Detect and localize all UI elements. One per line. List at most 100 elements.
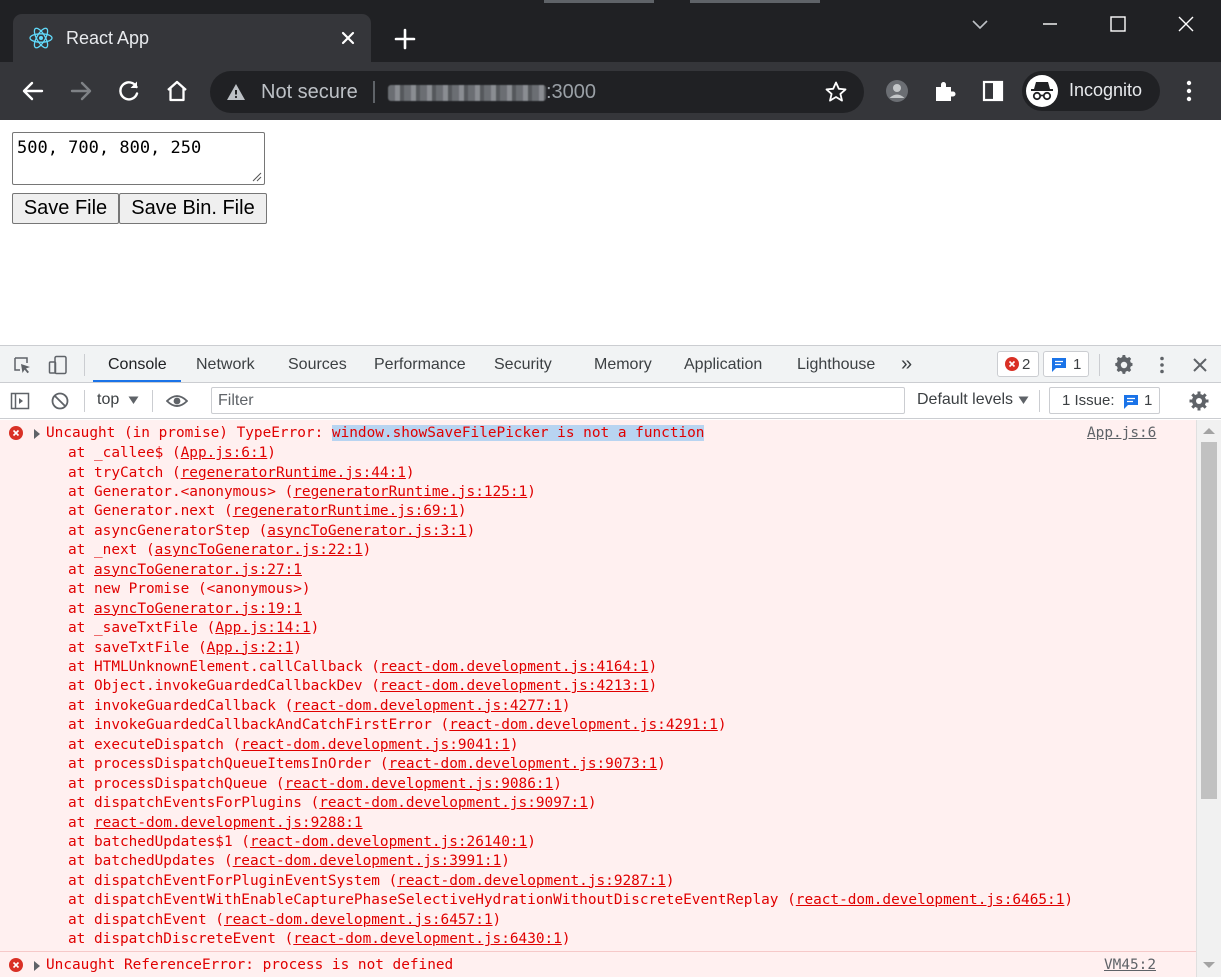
tab-performance[interactable]: Performance bbox=[374, 356, 466, 374]
stack-frame: at _callee$ (App.js:6:1) bbox=[68, 445, 276, 461]
devtools-menu-icon[interactable] bbox=[1152, 355, 1172, 375]
save-bin-file-button[interactable]: Save Bin. File bbox=[119, 193, 267, 224]
console-settings-gear-icon[interactable] bbox=[1189, 391, 1209, 411]
frame-source-link[interactable]: react-dom.development.js:4277:1 bbox=[293, 698, 562, 714]
log-levels-dropdown[interactable]: Default levels bbox=[917, 391, 1013, 409]
frame-source-link[interactable]: react-dom.development.js:9288:1 bbox=[94, 815, 363, 831]
show-sidebar-icon[interactable] bbox=[10, 391, 30, 411]
settings-gear-icon[interactable] bbox=[1114, 355, 1134, 375]
frame-source-link[interactable]: regeneratorRuntime.js:44:1 bbox=[181, 465, 406, 481]
tab-security[interactable]: Security bbox=[494, 356, 552, 374]
frame-source-link[interactable]: asyncToGenerator.js:3:1 bbox=[267, 523, 466, 539]
numbers-textarea[interactable]: 500, 700, 800, 250 bbox=[12, 132, 265, 185]
error-source-link[interactable]: VM45:2 bbox=[1104, 957, 1156, 973]
frame-source-link[interactable]: asyncToGenerator.js:27:1 bbox=[94, 562, 302, 578]
frame-source-link[interactable]: asyncToGenerator.js:22:1 bbox=[155, 542, 363, 558]
save-file-button[interactable]: Save File bbox=[12, 193, 119, 224]
frame-suffix: ) bbox=[457, 503, 467, 520]
tab-lighthouse[interactable]: Lighthouse bbox=[797, 356, 875, 374]
frame-source-link[interactable]: react-dom.development.js:3991:1 bbox=[233, 853, 502, 869]
frame-source-link[interactable]: regeneratorRuntime.js:125:1 bbox=[293, 484, 527, 500]
message-count-badge[interactable]: 1 bbox=[1043, 351, 1089, 377]
frame-source-link[interactable]: react-dom.development.js:9287:1 bbox=[397, 873, 666, 889]
tab-network[interactable]: Network bbox=[196, 356, 255, 374]
tab-sources[interactable]: Sources bbox=[288, 356, 347, 374]
address-bar[interactable]: Not secure :3000 bbox=[210, 71, 864, 113]
more-tabs-button[interactable]: » bbox=[901, 353, 912, 376]
issues-button[interactable]: 1 Issue: 1 bbox=[1049, 387, 1160, 414]
frame-source-link[interactable]: react-dom.development.js:4213:1 bbox=[380, 678, 649, 694]
extension-icon[interactable] bbox=[884, 78, 910, 104]
stack-frame: at Generator.<anonymous> (regeneratorRun… bbox=[68, 484, 536, 500]
close-icon[interactable] bbox=[338, 28, 358, 48]
frame-source-link[interactable]: react-dom.development.js:9041:1 bbox=[241, 737, 510, 753]
frame-source-link[interactable]: react-dom.development.js:9097:1 bbox=[319, 795, 588, 811]
puzzle-icon[interactable] bbox=[932, 78, 958, 104]
frame-source-link[interactable]: asyncToGenerator.js:19:1 bbox=[94, 601, 302, 617]
arrow-left-icon[interactable] bbox=[20, 78, 46, 104]
star-icon[interactable] bbox=[824, 80, 848, 104]
tab-memory[interactable]: Memory bbox=[594, 356, 652, 374]
toolbar-divider bbox=[1099, 354, 1100, 376]
frame-function: at processDispatchQueueItemsInOrder ( bbox=[68, 756, 389, 773]
devtools-tab-bar: Console Network Sources Performance Secu… bbox=[0, 345, 1221, 383]
frame-function: at processDispatchQueue ( bbox=[68, 775, 285, 792]
frame-source-link[interactable]: react-dom.development.js:6430:1 bbox=[293, 931, 562, 947]
arrow-right-icon[interactable] bbox=[68, 78, 94, 104]
frame-function: at batchedUpdates ( bbox=[68, 853, 233, 870]
error-icon bbox=[9, 426, 23, 440]
frame-suffix: ) bbox=[492, 911, 502, 928]
console-scrollbar[interactable] bbox=[1196, 420, 1221, 977]
chevron-down-icon[interactable] bbox=[966, 10, 994, 38]
frame-source-link[interactable]: react-dom.development.js:4291:1 bbox=[449, 717, 718, 733]
incognito-indicator[interactable]: Incognito bbox=[1022, 71, 1160, 111]
error-count-badge[interactable]: 2 bbox=[997, 351, 1039, 377]
stack-frame: at HTMLUnknownElement.callCallback (reac… bbox=[68, 659, 657, 675]
console-error-message[interactable]: Uncaught ReferenceError: process is not … bbox=[0, 957, 1196, 977]
minimize-icon[interactable] bbox=[1036, 10, 1064, 38]
inspect-element-icon[interactable] bbox=[12, 355, 32, 375]
frame-source-link[interactable]: react-dom.development.js:9073:1 bbox=[389, 756, 658, 772]
stack-frame: at batchedUpdates (react-dom.development… bbox=[68, 853, 510, 869]
clear-console-icon[interactable] bbox=[50, 391, 70, 411]
close-window-icon[interactable] bbox=[1172, 10, 1200, 38]
scroll-down-arrow-icon[interactable] bbox=[1203, 962, 1215, 968]
warning-icon[interactable] bbox=[226, 82, 246, 102]
maximize-icon[interactable] bbox=[1104, 10, 1132, 38]
frame-source-link[interactable]: react-dom.development.js:26140:1 bbox=[250, 834, 527, 850]
frame-source-link[interactable]: App.js:14:1 bbox=[215, 620, 310, 636]
stack-frame: at _next (asyncToGenerator.js:22:1) bbox=[68, 542, 371, 558]
device-toolbar-icon[interactable] bbox=[48, 355, 68, 375]
frame-function: at dispatchDiscreteEvent ( bbox=[68, 931, 294, 948]
kebab-menu-icon[interactable] bbox=[1176, 78, 1202, 104]
frame-source-link[interactable]: App.js:6:1 bbox=[181, 445, 268, 461]
frame-source-link[interactable]: react-dom.development.js:4164:1 bbox=[380, 659, 649, 675]
expand-triangle-icon[interactable] bbox=[34, 961, 40, 971]
close-devtools-icon[interactable] bbox=[1190, 355, 1210, 375]
side-panel-icon[interactable] bbox=[980, 78, 1006, 104]
stack-frame: at react-dom.development.js:9288:1 bbox=[68, 815, 363, 831]
scroll-up-arrow-icon[interactable] bbox=[1203, 428, 1215, 434]
console-filter-input[interactable]: Filter bbox=[211, 387, 905, 414]
security-label[interactable]: Not secure bbox=[261, 81, 358, 104]
frame-suffix: ) bbox=[648, 658, 658, 675]
issues-label: 1 Issue: bbox=[1062, 392, 1115, 409]
home-icon[interactable] bbox=[164, 78, 190, 104]
reload-icon[interactable] bbox=[116, 78, 142, 104]
frame-source-link[interactable]: react-dom.development.js:6457:1 bbox=[224, 912, 493, 928]
frame-source-link[interactable]: react-dom.development.js:9086:1 bbox=[285, 776, 554, 792]
frame-source-link[interactable]: regeneratorRuntime.js:69:1 bbox=[233, 503, 458, 519]
tab-console[interactable]: Console bbox=[108, 356, 167, 374]
console-error-message[interactable]: Uncaught (in promise) TypeError: window.… bbox=[0, 425, 1196, 445]
tab-application[interactable]: Application bbox=[684, 356, 762, 374]
resize-grip-icon[interactable] bbox=[252, 172, 262, 182]
eye-icon[interactable] bbox=[166, 391, 188, 411]
error-source-link[interactable]: App.js:6 bbox=[1087, 425, 1156, 441]
plus-icon[interactable] bbox=[393, 27, 417, 51]
context-selector[interactable]: top bbox=[97, 391, 119, 409]
frame-source-link[interactable]: react-dom.development.js:6465:1 bbox=[796, 892, 1065, 908]
browser-tab[interactable]: React App bbox=[13, 14, 371, 62]
scrollbar-thumb[interactable] bbox=[1201, 442, 1217, 799]
expand-triangle-icon[interactable] bbox=[34, 429, 40, 439]
frame-source-link[interactable]: App.js:2:1 bbox=[207, 640, 294, 656]
